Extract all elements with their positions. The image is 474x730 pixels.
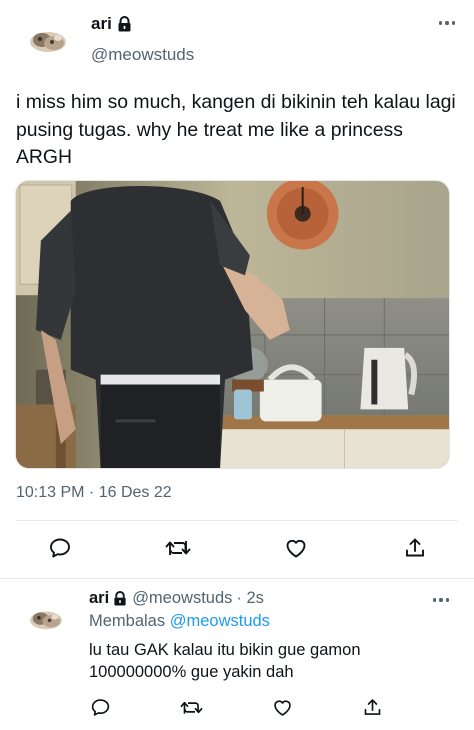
main-tweet: ari @meowstuds i miss him so much, kange… — [0, 0, 474, 578]
replying-mention[interactable]: @meowstuds — [170, 612, 270, 630]
divider — [0, 578, 474, 579]
avatar-image — [30, 611, 62, 630]
display-name[interactable]: ari — [91, 14, 112, 34]
divider — [16, 520, 458, 521]
reply-time[interactable]: · 2s — [236, 589, 264, 608]
tweet-timestamp[interactable]: 10:13 PM · 16 Des 22 — [16, 484, 172, 502]
reply-text: lu tau GAK kalau itu bikin gue gamon 100… — [89, 641, 361, 681]
avatar[interactable] — [28, 608, 64, 631]
lock-icon — [113, 590, 128, 607]
kitchen-photo — [16, 181, 449, 468]
author-name-row: ari — [91, 14, 132, 34]
tweet-photo[interactable] — [15, 180, 450, 469]
replying-to: Membalas @meowstuds — [89, 612, 270, 631]
display-name[interactable]: ari — [89, 589, 109, 608]
comment-icon[interactable] — [88, 696, 112, 718]
heart-icon[interactable] — [270, 696, 294, 718]
avatar[interactable] — [28, 28, 68, 54]
retweet-icon[interactable] — [177, 696, 205, 718]
more-horizontal-icon[interactable] — [439, 20, 455, 26]
retweet-icon[interactable] — [163, 536, 193, 560]
tweet-text: i miss him so much, kangen di bikinin te… — [16, 91, 456, 168]
replying-prefix: Membalas — [89, 612, 166, 630]
author-handle[interactable]: @meowstuds — [91, 45, 194, 65]
share-icon[interactable] — [402, 536, 428, 560]
more-horizontal-icon[interactable] — [433, 597, 449, 603]
reply-author-row: ari @meowstuds · 2s — [89, 589, 264, 608]
share-icon[interactable] — [360, 696, 384, 718]
avatar-image — [30, 32, 66, 52]
author-handle[interactable]: @meowstuds — [132, 589, 232, 608]
comment-icon[interactable] — [47, 536, 73, 560]
lock-icon — [117, 16, 132, 32]
heart-icon[interactable] — [283, 536, 309, 560]
